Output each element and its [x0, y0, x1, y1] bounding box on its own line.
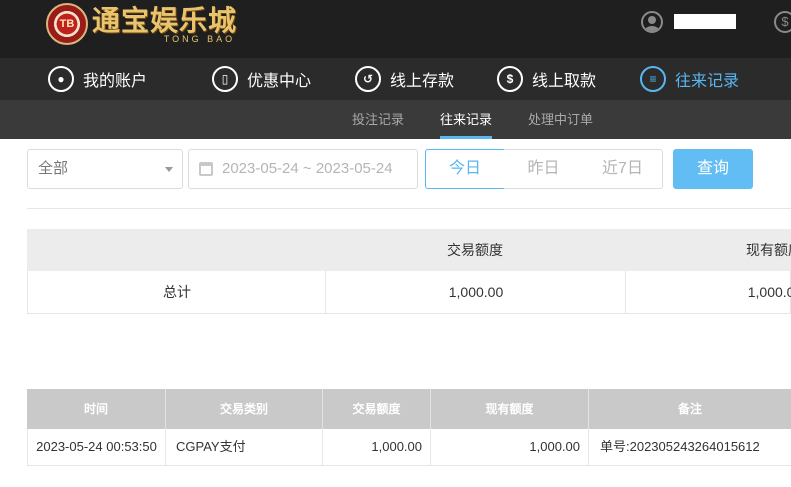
user-icon[interactable]: [641, 11, 663, 33]
sub-nav: 投注记录 往来记录 处理中订单: [0, 100, 791, 139]
tab-transaction-records[interactable]: 往来记录: [440, 100, 493, 139]
transactions-table-header: 时间 交易类别 交易额度 现有额度 备注: [27, 389, 791, 429]
cell-amount: 1,000.00: [323, 429, 431, 465]
column-header-remark: 备注: [677, 402, 702, 416]
summary-header: 交易额度 现有额度: [27, 229, 791, 271]
nav-item-label: 优惠中心: [247, 73, 312, 90]
table-row: 2023-05-24 00:53:50 CGPAY支付 1,000.00 1,0…: [27, 429, 791, 466]
yesterday-button[interactable]: 昨日: [504, 149, 584, 189]
last-7-days-button[interactable]: 近7日: [583, 149, 663, 189]
nav-item-label: 我的账户: [83, 73, 148, 90]
username-redacted: [674, 14, 736, 29]
nav-item-label: 线上存款: [390, 73, 455, 90]
logo-chinese-name: 通宝娱乐城: [92, 3, 238, 37]
summary-header-amount: 交易额度: [447, 242, 503, 258]
account-icon: ●: [48, 66, 74, 92]
site-logo[interactable]: TB 通宝娱乐城 TONG BAO: [46, 2, 237, 46]
nav-item-promotions[interactable]: ▯ 优惠中心: [212, 58, 311, 100]
records-icon: ≡: [640, 66, 666, 92]
chevron-down-icon: [165, 167, 173, 172]
summary-total-balance: 1,000.00: [747, 284, 791, 300]
divider: [27, 208, 791, 209]
column-header-time: 时间: [27, 389, 166, 429]
main-nav: ● 我的账户 ▯ 优惠中心 ↺ 线上存款 $ 线上取款 ≡ 往来记录: [0, 58, 791, 100]
nav-item-my-account[interactable]: ● 我的账户: [48, 58, 147, 100]
withdraw-icon: $: [497, 66, 523, 92]
tab-bet-records[interactable]: 投注记录: [352, 100, 404, 139]
logo-text: 通宝娱乐城 TONG BAO: [92, 3, 238, 44]
calendar-icon: [199, 162, 213, 176]
type-select-value: 全部: [38, 160, 69, 177]
nav-item-label: 线上取款: [532, 73, 597, 90]
logo-badge-icon: TB: [46, 3, 88, 45]
top-header: TB 通宝娱乐城 TONG BAO $: [0, 0, 791, 58]
cell-remark: 单号:202305243264015612: [600, 439, 760, 454]
date-range-value: 2023-05-24 ~ 2023-05-24: [222, 160, 393, 177]
tab-pending-orders[interactable]: 处理中订单: [528, 100, 593, 139]
column-header-type: 交易类别: [166, 389, 323, 429]
dollar-icon[interactable]: $: [774, 11, 791, 33]
nav-item-label: 往来记录: [675, 73, 740, 90]
gift-icon: ▯: [212, 66, 238, 92]
nav-item-deposit[interactable]: ↺ 线上存款: [355, 58, 454, 100]
type-select[interactable]: 全部: [27, 149, 183, 189]
nav-item-withdraw[interactable]: $ 线上取款: [497, 58, 596, 100]
column-header-balance: 现有额度: [431, 389, 589, 429]
summary-row: 总计 1,000.00 1,000.00: [27, 271, 791, 314]
today-button[interactable]: 今日: [425, 149, 505, 189]
cell-type: CGPAY支付: [166, 429, 323, 465]
query-button[interactable]: 查询: [673, 149, 753, 189]
date-range-input[interactable]: 2023-05-24 ~ 2023-05-24: [188, 149, 418, 189]
summary-total-amount: 1,000.00: [448, 284, 504, 300]
nav-item-records[interactable]: ≡ 往来记录: [640, 58, 739, 100]
cell-balance: 1,000.00: [431, 429, 589, 465]
logo-english-name: TONG BAO: [163, 33, 236, 44]
deposit-icon: ↺: [355, 66, 381, 92]
cell-time: 2023-05-24 00:53:50: [28, 429, 166, 465]
summary-total-label: 总计: [163, 284, 191, 300]
column-header-amount: 交易额度: [323, 389, 431, 429]
summary-header-balance: 现有额度: [746, 242, 791, 258]
